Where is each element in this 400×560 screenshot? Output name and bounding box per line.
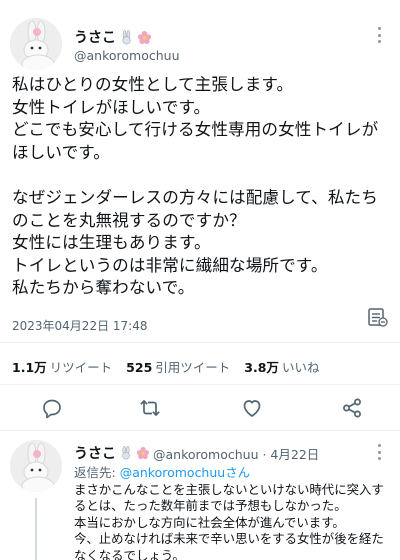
reply-avatar[interactable]: [10, 440, 62, 492]
user-handle[interactable]: @ankoromochuu: [74, 48, 180, 63]
display-name[interactable]: うさこ: [74, 27, 116, 47]
flower-emoji-icon: [136, 446, 150, 460]
reply-more-options-icon[interactable]: [372, 441, 386, 463]
reply-to-user-link[interactable]: @ankoromochuuさん: [120, 465, 251, 480]
rabbit-avatar-icon: [10, 440, 62, 492]
rabbit-avatar-icon: [10, 18, 62, 70]
thread-line: [35, 498, 37, 560]
divider: [0, 384, 400, 385]
rabbit-emoji-icon: [122, 446, 130, 460]
reply-header: うさこ @ankoromochuu · 4月22日: [74, 443, 319, 463]
reply-to-line: 返信先: @ankoromochuuさん: [74, 462, 250, 481]
tweet-text: 私はひとりの女性として主張します。 女性トイレがほしいです。 どこでも安心して行…: [12, 75, 379, 298]
reply-to-prefix: 返信先:: [74, 465, 116, 480]
rabbit-emoji-icon: [122, 29, 131, 44]
engagement-stats: 1.1万 リツイート 525 引用ツイート 3.8万 いいね: [12, 357, 319, 376]
timestamp[interactable]: 2023年04月22日 17:48: [12, 317, 147, 334]
like-icon[interactable]: [240, 396, 264, 420]
main-tweet: うさこ @ankoromochuu 私はひとりの女性として主張します。 女性トイ…: [0, 0, 400, 430]
analytics-icon[interactable]: [366, 306, 388, 328]
retweet-icon[interactable]: [138, 396, 162, 420]
reply-icon[interactable]: [40, 396, 64, 420]
more-options-icon[interactable]: [372, 24, 386, 46]
reply-display-name[interactable]: うさこ: [74, 443, 116, 463]
quote-count[interactable]: 525 引用ツイート: [126, 357, 230, 376]
retweet-count[interactable]: 1.1万 リツイート: [12, 357, 112, 376]
reply-text: まさかこんなことを主張しないといけない時代に突入するとは、たった数年前までは予想…: [74, 482, 384, 560]
display-name-row[interactable]: うさこ: [74, 27, 152, 47]
divider: [0, 342, 400, 343]
share-icon[interactable]: [340, 396, 364, 420]
reply-handle-date[interactable]: @ankoromochuu · 4月22日: [153, 444, 319, 463]
like-count[interactable]: 3.8万 いいね: [244, 357, 319, 376]
flower-emoji-icon: [137, 30, 152, 44]
avatar[interactable]: [10, 18, 62, 70]
action-bar: [0, 396, 400, 424]
